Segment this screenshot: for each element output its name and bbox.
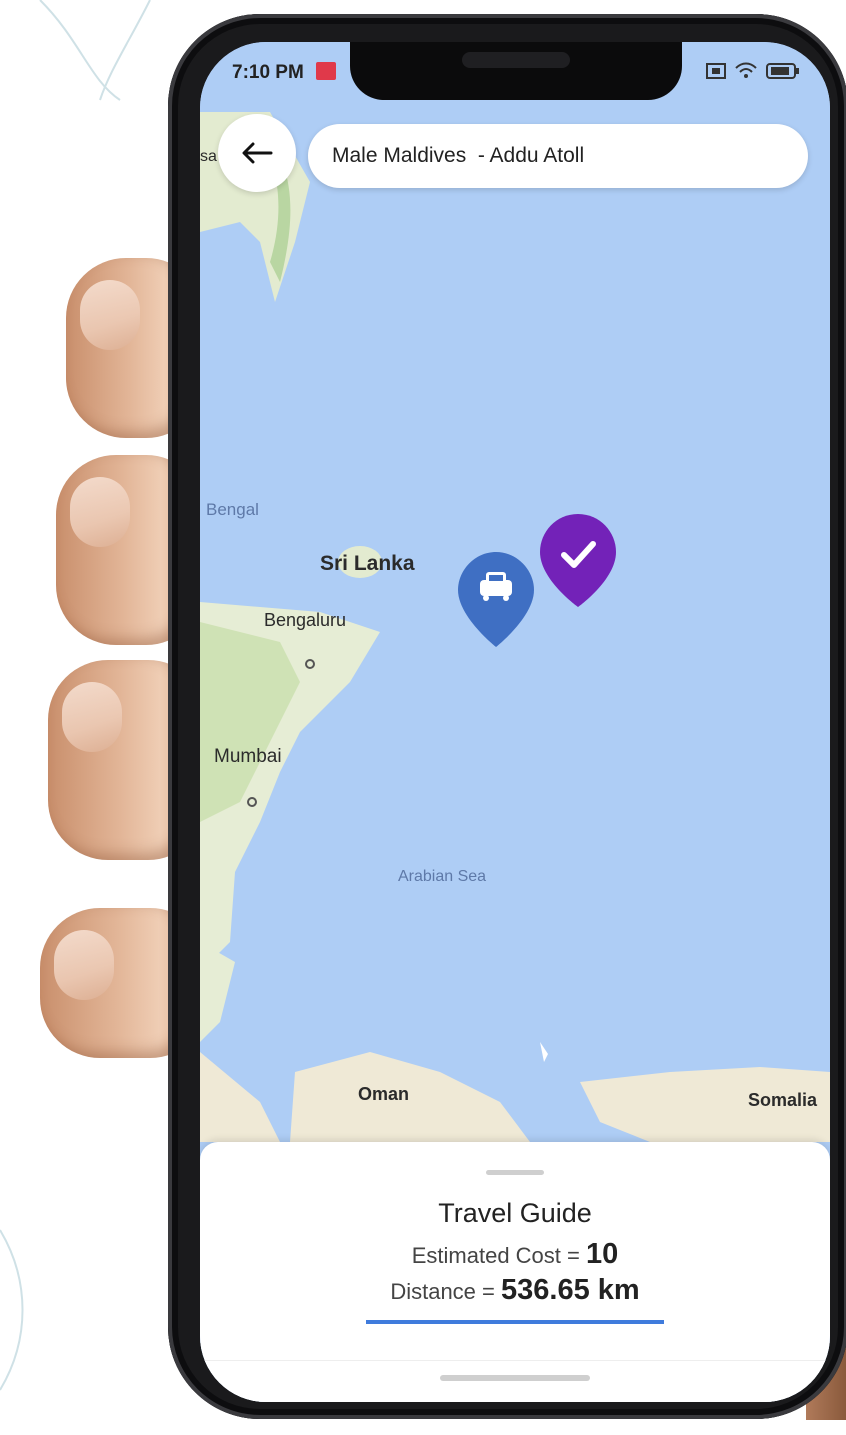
map-label-somalia: Somalia: [748, 1090, 818, 1110]
sheet-title: Travel Guide: [438, 1198, 592, 1228]
estimated-cost-label: Estimated Cost =: [411, 1243, 586, 1268]
back-arrow-icon: [242, 142, 273, 164]
phone-notch: [350, 42, 682, 100]
route-search-field[interactable]: Male Maldives - Addu Atoll: [308, 124, 808, 188]
wifi-icon: [735, 62, 757, 78]
map-label-sa: sa: [200, 148, 217, 165]
notification-icon: [316, 62, 336, 80]
status-time: 7:10 PM: [232, 62, 304, 83]
distance-line: Distance = 536.65 km: [200, 1274, 830, 1307]
status-icons: [706, 62, 800, 80]
map-label-mumbai: Mumbai: [214, 746, 282, 767]
route-progress-bar: [366, 1320, 664, 1324]
map-label-oman: Oman: [358, 1084, 410, 1104]
phone-speaker: [462, 52, 570, 68]
sim-icon: [706, 63, 726, 79]
map-label-arabian-sea: Arabian Sea: [398, 868, 487, 885]
estimated-cost-value: 10: [585, 1238, 619, 1270]
route-progress-fill: [366, 1320, 664, 1324]
back-button[interactable]: [218, 114, 296, 192]
phone-screen: sa Bengal Sri Lanka Bengaluru Mumbai Ara…: [200, 42, 830, 1402]
gesture-handle[interactable]: [440, 1375, 590, 1381]
route-text: Male Maldives - Addu Atoll: [332, 144, 585, 167]
map-label-sri-lanka: Sri Lanka: [320, 552, 415, 575]
estimated-cost-line: Estimated Cost = 10: [200, 1238, 830, 1271]
battery-icon: [766, 63, 799, 79]
navigation-bar: [200, 1360, 830, 1402]
map-label-bengal: Bengal: [206, 500, 259, 519]
sheet-drag-handle[interactable]: [486, 1170, 544, 1175]
distance-label: Distance =: [390, 1279, 501, 1304]
map-label-bengaluru: Bengaluru: [264, 610, 347, 630]
distance-value: 536.65 km: [501, 1274, 640, 1306]
